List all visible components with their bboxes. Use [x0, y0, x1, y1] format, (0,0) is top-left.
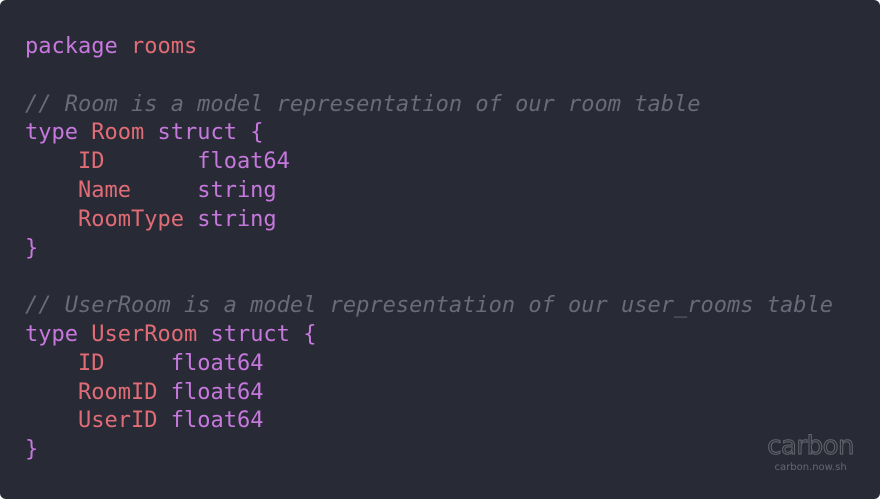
code-line: ID float64 — [25, 148, 833, 177]
field-padding — [157, 380, 170, 405]
code-line: type UserRoom struct { — [25, 321, 833, 350]
carbon-url[interactable]: carbon.now.sh — [775, 461, 847, 475]
keyword-type: type — [25, 321, 78, 347]
field-padding — [104, 149, 197, 174]
field-name: RoomType — [77, 206, 184, 232]
code-line: package rooms — [25, 33, 833, 62]
code-window: package rooms // Room is a model represe… — [0, 0, 880, 499]
keyword-struct: struct — [157, 120, 237, 146]
package-name: rooms — [130, 34, 198, 59]
field-padding — [157, 408, 170, 433]
code-block: package rooms // Room is a model represe… — [25, 33, 833, 465]
keyword-type: type — [25, 120, 78, 146]
field-type: float64 — [197, 149, 290, 175]
close-brace: } — [25, 437, 39, 463]
keyword-struct: struct — [210, 321, 290, 347]
field-name: Name — [77, 177, 131, 203]
carbon-watermark[interactable]: carbon carbon.now.sh — [767, 431, 855, 475]
code-line: RoomID float64 — [25, 379, 833, 408]
code-line: Name string — [25, 177, 833, 206]
field-type: string — [197, 206, 277, 232]
code-line: type Room struct { — [25, 119, 833, 148]
open-brace: { — [303, 321, 317, 347]
close-brace: } — [25, 235, 39, 261]
user-room-comment: // UserRoom is a model representation of… — [25, 293, 833, 319]
field-padding — [184, 207, 197, 232]
struct-name-user-room: UserRoom — [91, 321, 198, 347]
field-name: UserID — [77, 408, 158, 434]
struct-name-room: Room — [91, 120, 145, 146]
field-name: ID — [77, 350, 105, 376]
field-padding — [131, 178, 197, 203]
room-comment: // Room is a model representation of our… — [25, 91, 701, 117]
field-type: float64 — [170, 350, 264, 376]
field-type: float64 — [170, 379, 264, 405]
field-name: RoomID — [77, 379, 158, 405]
code-line: UserID float64 — [25, 407, 833, 436]
carbon-logo: carbon — [767, 431, 855, 461]
keyword-package: package — [25, 34, 118, 59]
field-type: float64 — [170, 408, 264, 434]
code-line: // UserRoom is a model representation of… — [25, 292, 833, 321]
field-type: string — [197, 177, 277, 203]
code-line: } — [25, 235, 833, 264]
code-line: } — [25, 436, 833, 465]
code-line: // Room is a model representation of our… — [25, 91, 833, 120]
field-padding — [104, 351, 170, 376]
code-line: RoomType string — [25, 206, 833, 235]
open-brace: { — [250, 120, 264, 146]
field-name: ID — [77, 149, 105, 175]
code-line: ID float64 — [25, 350, 833, 379]
